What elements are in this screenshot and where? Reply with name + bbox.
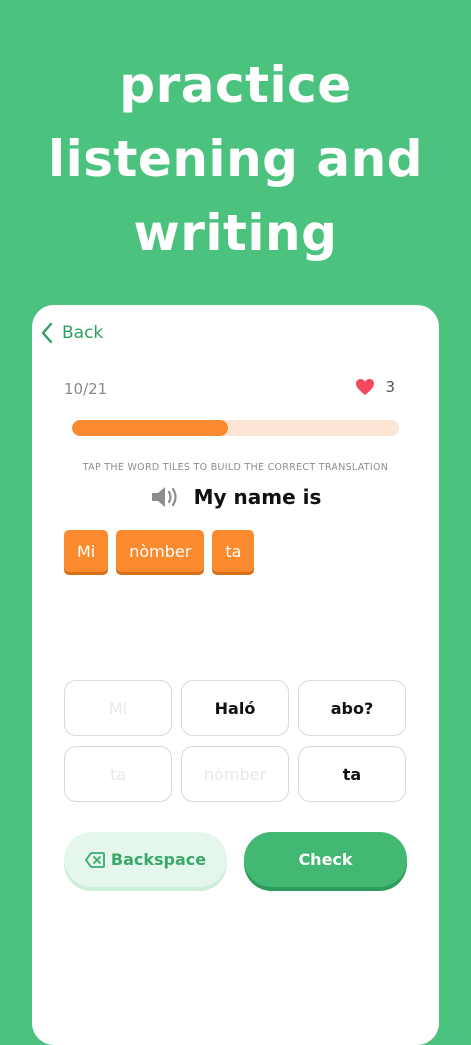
headline-line-2: listening and: [47, 130, 423, 188]
answer-chip[interactable]: Mi: [64, 530, 109, 572]
progress-bar: [72, 420, 399, 436]
word-tile[interactable]: ta: [298, 746, 406, 802]
lesson-card: Back 10/21 3 TAP THE WORD TILES TO BUILD…: [32, 305, 439, 1045]
headline-line-1: practice: [119, 56, 352, 114]
prompt-text: My name is: [193, 485, 322, 509]
lives-indicator: 3: [355, 378, 395, 396]
lives-count: 3: [385, 378, 395, 396]
instruction-text: TAP THE WORD TILES TO BUILD THE CORRECT …: [82, 462, 389, 473]
back-button[interactable]: Back: [40, 321, 103, 345]
answer-chip[interactable]: nòmber: [116, 530, 205, 572]
check-label: Check: [298, 850, 353, 869]
back-label: Back: [62, 323, 104, 343]
word-tile[interactable]: Haló: [181, 680, 289, 736]
word-tile[interactable]: Mi: [64, 680, 172, 736]
headline-line-3: writing: [133, 204, 338, 262]
backspace-label: Backspace: [110, 850, 207, 869]
word-tile[interactable]: nòmber: [181, 746, 289, 802]
chevron-left-icon: [41, 322, 53, 344]
check-button[interactable]: Check: [244, 832, 407, 887]
progress-bar-fill: [72, 420, 228, 436]
speaker-icon[interactable]: [150, 485, 180, 509]
backspace-button[interactable]: Backspace: [64, 832, 227, 887]
progress-counter: 10/21: [64, 380, 108, 398]
answer-area: Mi nòmber ta: [64, 530, 262, 572]
prompt-row: My name is: [32, 481, 439, 513]
answer-chip[interactable]: ta: [212, 530, 255, 572]
word-tile[interactable]: ta: [64, 746, 172, 802]
heart-icon: [356, 379, 375, 395]
word-tile[interactable]: abo?: [298, 680, 406, 736]
word-bank: Mi Haló abo? ta nòmber ta: [64, 680, 408, 802]
backspace-icon: [84, 851, 105, 868]
headline: practice listening and writing: [0, 48, 471, 270]
